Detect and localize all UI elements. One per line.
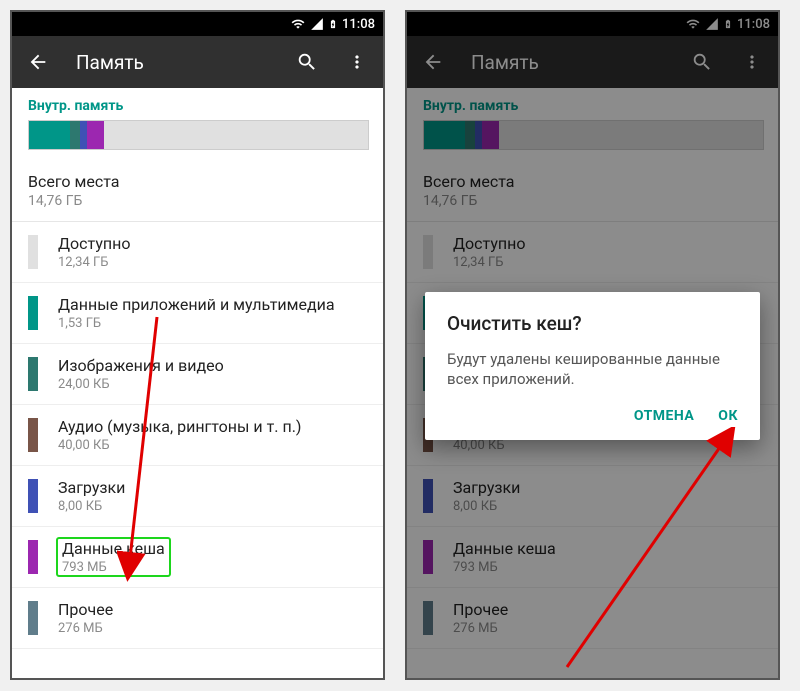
item-sub: 40,00 КБ <box>58 438 301 453</box>
item-title: Аудио (музыка, рингтоны и т. п.) <box>58 417 301 436</box>
color-swatch <box>28 235 38 269</box>
item-images[interactable]: Изображения и видео 24,00 КБ <box>12 344 383 405</box>
total-space-row: Всего места 14,76 ГБ <box>12 158 383 222</box>
cache-highlight: Данные кеша 793 МБ <box>56 537 171 577</box>
item-title: Загрузки <box>58 478 125 497</box>
storage-bar <box>12 120 383 158</box>
color-swatch <box>28 601 38 635</box>
dialog-ok-button[interactable]: ОК <box>718 408 738 424</box>
status-bar: 11:08 <box>12 12 383 36</box>
item-cache[interactable]: Данные кеша 793 МБ <box>12 527 383 588</box>
total-value: 14,76 ГБ <box>28 193 367 209</box>
color-swatch <box>28 418 38 452</box>
signal-icon <box>310 17 324 31</box>
phone-left: 11:08 Память Внутр. память Всего места 1… <box>10 10 385 680</box>
item-apps[interactable]: Данные приложений и мультимедиа 1,53 ГБ <box>12 283 383 344</box>
seg-images <box>70 121 80 149</box>
item-sub: 8,00 КБ <box>58 499 125 514</box>
page-title: Память <box>76 51 269 74</box>
color-swatch <box>28 357 38 391</box>
item-sub: 793 МБ <box>62 560 165 575</box>
app-bar: Память <box>12 36 383 88</box>
wifi-icon <box>290 17 306 31</box>
dialog-cancel-button[interactable]: ОТМЕНА <box>634 408 694 424</box>
color-swatch <box>28 540 38 574</box>
internal-storage-label: Внутр. память <box>12 88 383 120</box>
item-title: Прочее <box>58 600 113 619</box>
item-available[interactable]: Доступно 12,34 ГБ <box>12 222 383 283</box>
item-sub: 1,53 ГБ <box>58 316 335 331</box>
dialog-body: Будут удалены кешированные данные всех п… <box>447 349 738 390</box>
item-downloads[interactable]: Загрузки 8,00 КБ <box>12 466 383 527</box>
item-other[interactable]: Прочее 276 МБ <box>12 588 383 649</box>
item-title: Изображения и видео <box>58 356 224 375</box>
total-label: Всего места <box>28 172 367 191</box>
item-title: Доступно <box>58 234 130 253</box>
seg-apps <box>29 121 70 149</box>
item-title: Данные кеша <box>62 539 165 558</box>
phone-right: 11:08 Память Внутр. память Всего места 1… <box>405 10 780 680</box>
item-sub: 24,00 КБ <box>58 377 224 392</box>
color-swatch <box>28 479 38 513</box>
item-sub: 12,34 ГБ <box>58 255 130 270</box>
item-audio[interactable]: Аудио (музыка, рингтоны и т. п.) 40,00 К… <box>12 405 383 466</box>
overflow-button[interactable] <box>345 50 369 74</box>
seg-downloads <box>80 121 87 149</box>
back-button[interactable] <box>26 50 50 74</box>
dialog-title: Очистить кеш? <box>447 312 738 335</box>
status-time: 11:08 <box>342 17 375 32</box>
item-title: Данные приложений и мультимедиа <box>58 295 335 314</box>
color-swatch <box>28 296 38 330</box>
seg-cache <box>87 121 104 149</box>
battery-icon <box>328 16 338 32</box>
search-button[interactable] <box>295 50 319 74</box>
clear-cache-dialog: Очистить кеш? Будут удалены кешированные… <box>425 292 760 440</box>
item-sub: 276 МБ <box>58 621 113 636</box>
storage-content: Внутр. память Всего места 14,76 ГБ Досту… <box>12 88 383 649</box>
